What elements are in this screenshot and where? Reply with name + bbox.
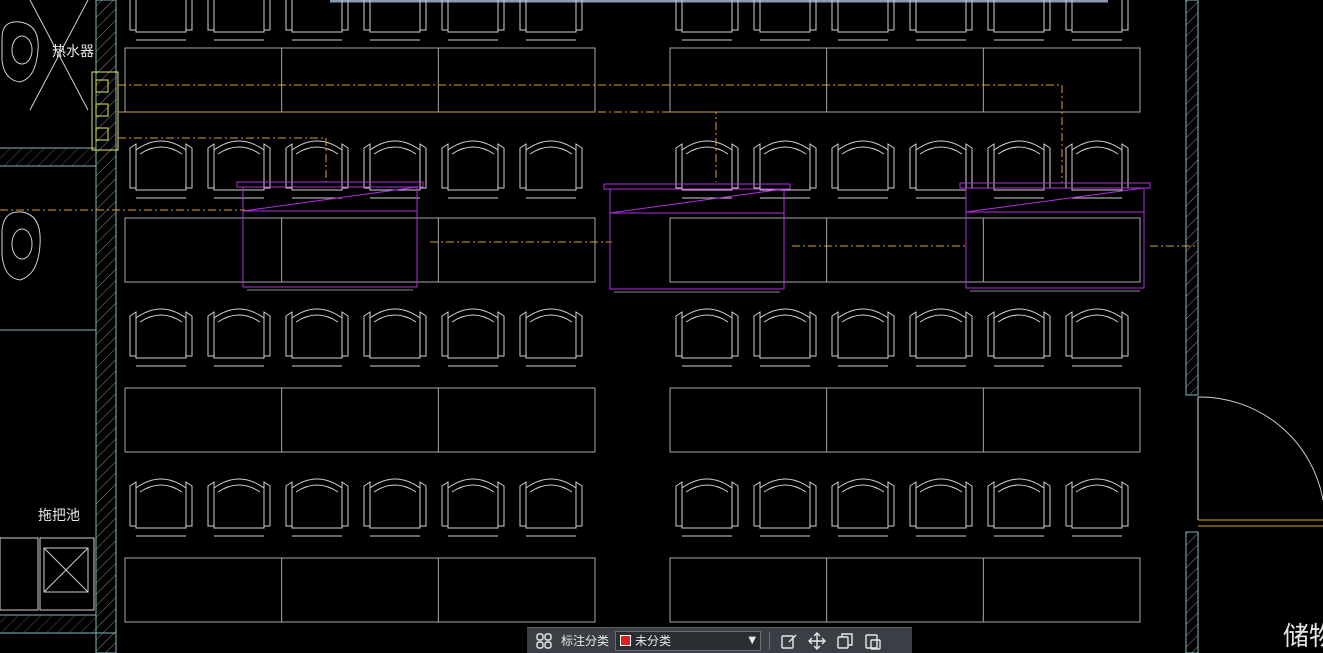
seat: [987, 0, 1051, 41]
water-heater-label: 热水器: [52, 44, 94, 60]
seat: [909, 140, 973, 199]
move-icon[interactable]: [806, 630, 828, 652]
seat: [519, 140, 583, 199]
seat: [285, 140, 349, 199]
seat: [129, 478, 193, 537]
left-wall: [0, 0, 117, 653]
seat: [285, 0, 349, 41]
seat: [441, 140, 505, 199]
chevron-down-icon: ▼: [748, 635, 757, 646]
seat: [675, 0, 739, 41]
category-select-value: 未分类: [635, 634, 672, 648]
seat: [519, 308, 583, 367]
desk-row: [124, 557, 596, 623]
seat: [753, 0, 817, 41]
seat: [831, 308, 895, 367]
category-label: 标注分类: [561, 634, 610, 648]
seat: [207, 308, 271, 367]
category-color-swatch: [620, 635, 632, 646]
storage-label: 储物: [1283, 622, 1323, 652]
seat: [1065, 0, 1129, 41]
seat: [909, 0, 973, 41]
seat: [207, 0, 271, 41]
seat: [129, 140, 193, 199]
desk-row: [669, 217, 1141, 283]
desk-row: [669, 387, 1141, 453]
seat: [831, 0, 895, 41]
seat: [363, 308, 427, 367]
seat: [129, 0, 193, 41]
toolbar-divider: [769, 631, 771, 650]
copy-icon[interactable]: [834, 630, 856, 652]
mop-pool-label: 拖把池: [38, 508, 80, 524]
seat: [987, 140, 1051, 199]
annotation-toolbar: 标注分类 未分类 ▼: [527, 627, 912, 653]
desk-row: [669, 47, 1141, 113]
seat: [831, 140, 895, 199]
seat: [987, 308, 1051, 367]
seat: [441, 0, 505, 41]
paste-icon[interactable]: [862, 630, 884, 652]
seat: [1065, 308, 1129, 367]
seat: [675, 478, 739, 537]
seat: [363, 0, 427, 41]
seat: [831, 478, 895, 537]
cad-drawing-canvas[interactable]: 热水器 拖把池 储物: [0, 0, 1323, 653]
category-select[interactable]: 未分类 ▼: [615, 630, 762, 651]
seat: [519, 478, 583, 537]
ac-unit: [959, 182, 1151, 292]
desk-row: [124, 217, 596, 283]
grid-icon[interactable]: [533, 630, 555, 652]
furniture-layer: [124, 0, 1141, 623]
pipe-lines: [0, 84, 1198, 247]
edit-icon[interactable]: [778, 630, 800, 652]
mop-pool-fixture: [0, 537, 95, 611]
seat: [207, 140, 271, 199]
seat: [441, 478, 505, 537]
ac-unit: [603, 183, 791, 293]
seat: [909, 308, 973, 367]
seat: [285, 308, 349, 367]
seat: [441, 308, 505, 367]
seat: [987, 478, 1051, 537]
desk-row: [124, 47, 596, 113]
seat: [129, 308, 193, 367]
right-wall: [1185, 0, 1323, 653]
seat: [1065, 478, 1129, 537]
seat: [363, 478, 427, 537]
seat: [909, 478, 973, 537]
seat: [753, 478, 817, 537]
urinal-fixture-bottom: [1, 211, 41, 281]
seat: [285, 478, 349, 537]
desk-row: [669, 557, 1141, 623]
desk-row: [124, 387, 596, 453]
seat: [519, 0, 583, 41]
seat: [207, 478, 271, 537]
seat: [675, 308, 739, 367]
seat: [753, 308, 817, 367]
seat: [1065, 140, 1129, 199]
